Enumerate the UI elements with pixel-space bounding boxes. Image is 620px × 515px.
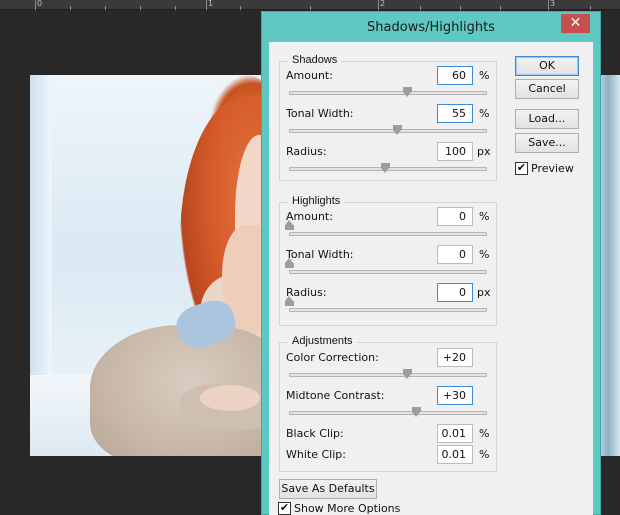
ruler-tick	[206, 0, 207, 10]
load-button[interactable]: Load...	[515, 109, 579, 129]
save-as-defaults-button[interactable]: Save As Defaults	[279, 479, 377, 499]
shadows-legend: Shadows	[288, 54, 342, 66]
highlights-tonal-width-slider[interactable]	[289, 270, 487, 274]
white-clip-unit: %	[479, 448, 490, 461]
highlights-amount-label: Amount:	[286, 210, 333, 223]
preview-checkbox[interactable]: ✔	[515, 162, 528, 175]
close-icon: ✕	[569, 15, 582, 31]
dialog-titlebar[interactable]: Shadows/Highlights ✕	[262, 12, 600, 42]
dialog-body: Shadows Amount: 60 % Tonal Width: 55 % R…	[269, 42, 593, 515]
black-clip-unit: %	[479, 427, 490, 440]
white-clip-input[interactable]: 0.01	[437, 445, 473, 464]
black-clip-input[interactable]: 0.01	[437, 424, 473, 443]
ok-button[interactable]: OK	[515, 56, 579, 76]
ruler: 0 1 2 3	[0, 0, 620, 10]
color-correction-label: Color Correction:	[286, 351, 379, 364]
highlights-radius-slider[interactable]	[289, 308, 487, 312]
adjustments-legend: Adjustments	[288, 335, 357, 347]
preview-label[interactable]: Preview	[531, 162, 574, 175]
canvas-edge	[600, 75, 620, 456]
show-more-options-checkbox[interactable]: ✔	[278, 502, 291, 515]
shadows-radius-slider[interactable]	[289, 163, 487, 173]
highlights-amount-slider[interactable]	[289, 232, 487, 236]
highlights-tonal-width-input[interactable]: 0	[437, 245, 473, 264]
checkmark-icon: ✔	[516, 162, 527, 174]
shadows-radius-input[interactable]: 100	[437, 142, 473, 161]
shadows-highlights-dialog: Shadows/Highlights ✕ Shadows Amount: 60 …	[261, 11, 601, 515]
shadows-amount-label: Amount:	[286, 69, 333, 82]
ruler-tick	[378, 0, 379, 10]
shadows-amount-input[interactable]: 60	[437, 66, 473, 85]
shadows-tonal-width-slider[interactable]	[289, 125, 487, 135]
shadows-radius-label: Radius:	[286, 145, 327, 158]
highlights-radius-input[interactable]: 0	[437, 283, 473, 302]
white-clip-label: White Clip:	[286, 448, 346, 461]
highlights-legend: Highlights	[288, 195, 345, 207]
ruler-number: 3	[550, 0, 556, 8]
ruler-number: 1	[208, 0, 214, 8]
color-correction-input[interactable]: +20	[437, 348, 473, 367]
highlights-radius-unit: px	[477, 286, 491, 299]
black-clip-label: Black Clip:	[286, 427, 344, 440]
midtone-contrast-slider[interactable]	[289, 407, 487, 417]
highlights-tonal-width-label: Tonal Width:	[286, 248, 354, 261]
shadows-tonal-width-input[interactable]: 55	[437, 104, 473, 123]
save-button[interactable]: Save...	[515, 133, 579, 153]
cancel-button[interactable]: Cancel	[515, 79, 579, 99]
checkmark-icon: ✔	[279, 502, 290, 514]
ruler-number: 2	[380, 0, 386, 8]
ruler-tick	[35, 0, 36, 10]
dialog-title: Shadows/Highlights	[367, 20, 495, 35]
color-correction-slider[interactable]	[289, 369, 487, 379]
shadows-tonal-width-label: Tonal Width:	[286, 107, 354, 120]
ruler-tick	[548, 0, 549, 10]
show-more-options-label[interactable]: Show More Options	[294, 502, 400, 515]
highlights-amount-input[interactable]: 0	[437, 207, 473, 226]
ruler-number: 0	[37, 0, 43, 8]
midtone-contrast-input[interactable]: +30	[437, 386, 473, 405]
close-button[interactable]: ✕	[561, 14, 590, 33]
document-canvas[interactable]	[30, 75, 270, 456]
midtone-contrast-label: Midtone Contrast:	[286, 389, 385, 402]
shadows-amount-slider[interactable]	[289, 87, 487, 97]
highlights-amount-unit: %	[479, 210, 490, 223]
shadows-tonal-width-unit: %	[479, 107, 490, 120]
shadows-radius-unit: px	[477, 145, 491, 158]
highlights-tonal-width-unit: %	[479, 248, 490, 261]
shadows-amount-unit: %	[479, 69, 490, 82]
